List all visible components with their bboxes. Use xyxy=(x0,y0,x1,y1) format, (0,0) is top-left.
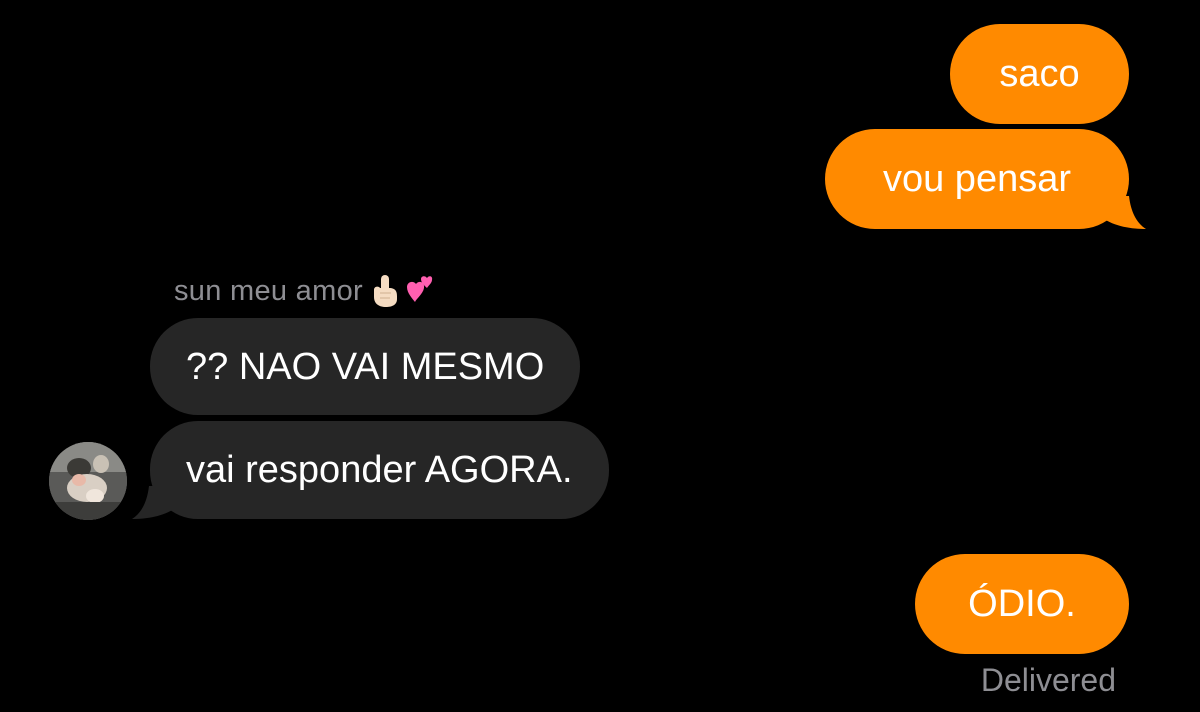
message-text: vai responder AGORA. xyxy=(186,449,573,491)
contact-avatar[interactable] xyxy=(49,442,127,520)
message-text: ÓDIO. xyxy=(968,583,1076,625)
pointing-finger-icon xyxy=(371,274,399,308)
two-hearts-icon xyxy=(401,275,435,307)
message-bubble-outgoing[interactable]: saco xyxy=(950,24,1129,124)
sender-name: sun meu amor xyxy=(174,272,435,310)
delivery-status: Delivered xyxy=(980,662,1116,698)
message-bubble-incoming[interactable]: vai responder AGORA. xyxy=(150,421,609,519)
chat-screen: { "conversation": { "sender_name": "sun … xyxy=(0,0,1200,712)
message-text: vou pensar xyxy=(882,158,1071,200)
message-bubble-outgoing[interactable]: vou pensar xyxy=(825,129,1129,229)
message-text: saco xyxy=(999,53,1080,95)
message-bubble-outgoing[interactable]: ÓDIO. xyxy=(915,554,1129,654)
bubble-tail-outgoing xyxy=(1100,196,1146,229)
bubble-tail-incoming xyxy=(132,486,178,519)
message-bubble-incoming[interactable]: ?? NAO VAI MESMO xyxy=(150,318,581,415)
message-text: ?? NAO VAI MESMO xyxy=(186,345,545,388)
sender-name-text: sun meu amor xyxy=(174,274,363,307)
